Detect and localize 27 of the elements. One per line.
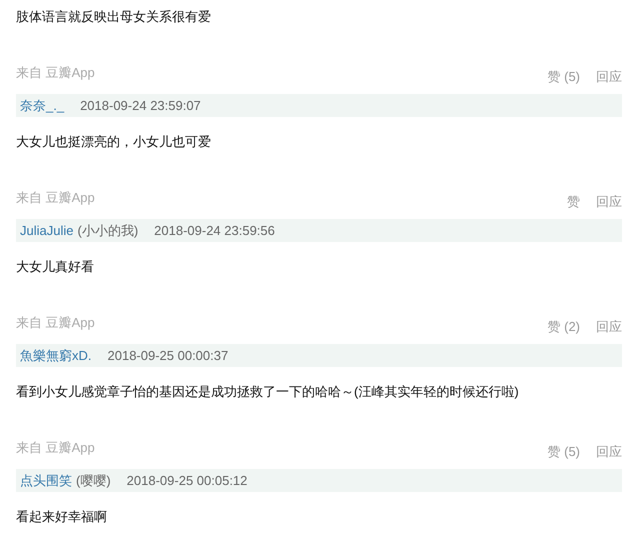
comment-text: 看起来好幸福啊: [16, 508, 108, 526]
username-link[interactable]: 魚樂無窮xD.: [20, 346, 92, 366]
username-link[interactable]: 点头围笑: [20, 470, 72, 490]
comment-text: 大女儿真好看: [16, 258, 95, 276]
comment-text: 肢体语言就反映出母女关系很有爱: [16, 8, 212, 26]
timestamp: 2018-09-24 23:59:56: [154, 222, 275, 240]
timestamp: 2018-09-25 00:00:37: [108, 346, 228, 365]
comment-text: 看到小女儿感觉章子怡的基因还是成功拯救了一下的哈哈～(汪峰其实年轻的时候还行啦): [16, 383, 520, 401]
timestamp: 2018-09-24 23:59:07: [80, 96, 201, 115]
like-link[interactable]: 赞: [567, 194, 580, 210]
username-link[interactable]: 奈奈_._: [20, 96, 64, 116]
source-label: 来自 豆瓣App: [16, 315, 95, 331]
like-link[interactable]: 赞 (5): [548, 444, 580, 460]
timestamp: 2018-09-25 00:05:12: [126, 472, 248, 490]
reply-link[interactable]: 回应: [596, 194, 622, 210]
nickname-label: (小小的我): [77, 222, 138, 240]
like-link[interactable]: 赞 (2): [548, 319, 580, 335]
nickname-label: (嘤嘤): [76, 472, 111, 490]
reply-link[interactable]: 回应: [596, 444, 622, 460]
username-link[interactable]: JuliaJulie: [20, 220, 74, 240]
source-label: 来自 豆瓣App: [16, 440, 95, 456]
source-label: 来自 豆瓣App: [16, 65, 95, 81]
source-label: 来自 豆瓣App: [16, 190, 95, 206]
like-link[interactable]: 赞 (5): [548, 69, 580, 85]
reply-link[interactable]: 回应: [596, 69, 622, 85]
comment-text: 大女儿也挺漂亮的，小女儿也可爱: [16, 133, 212, 151]
reply-link[interactable]: 回应: [596, 319, 622, 335]
